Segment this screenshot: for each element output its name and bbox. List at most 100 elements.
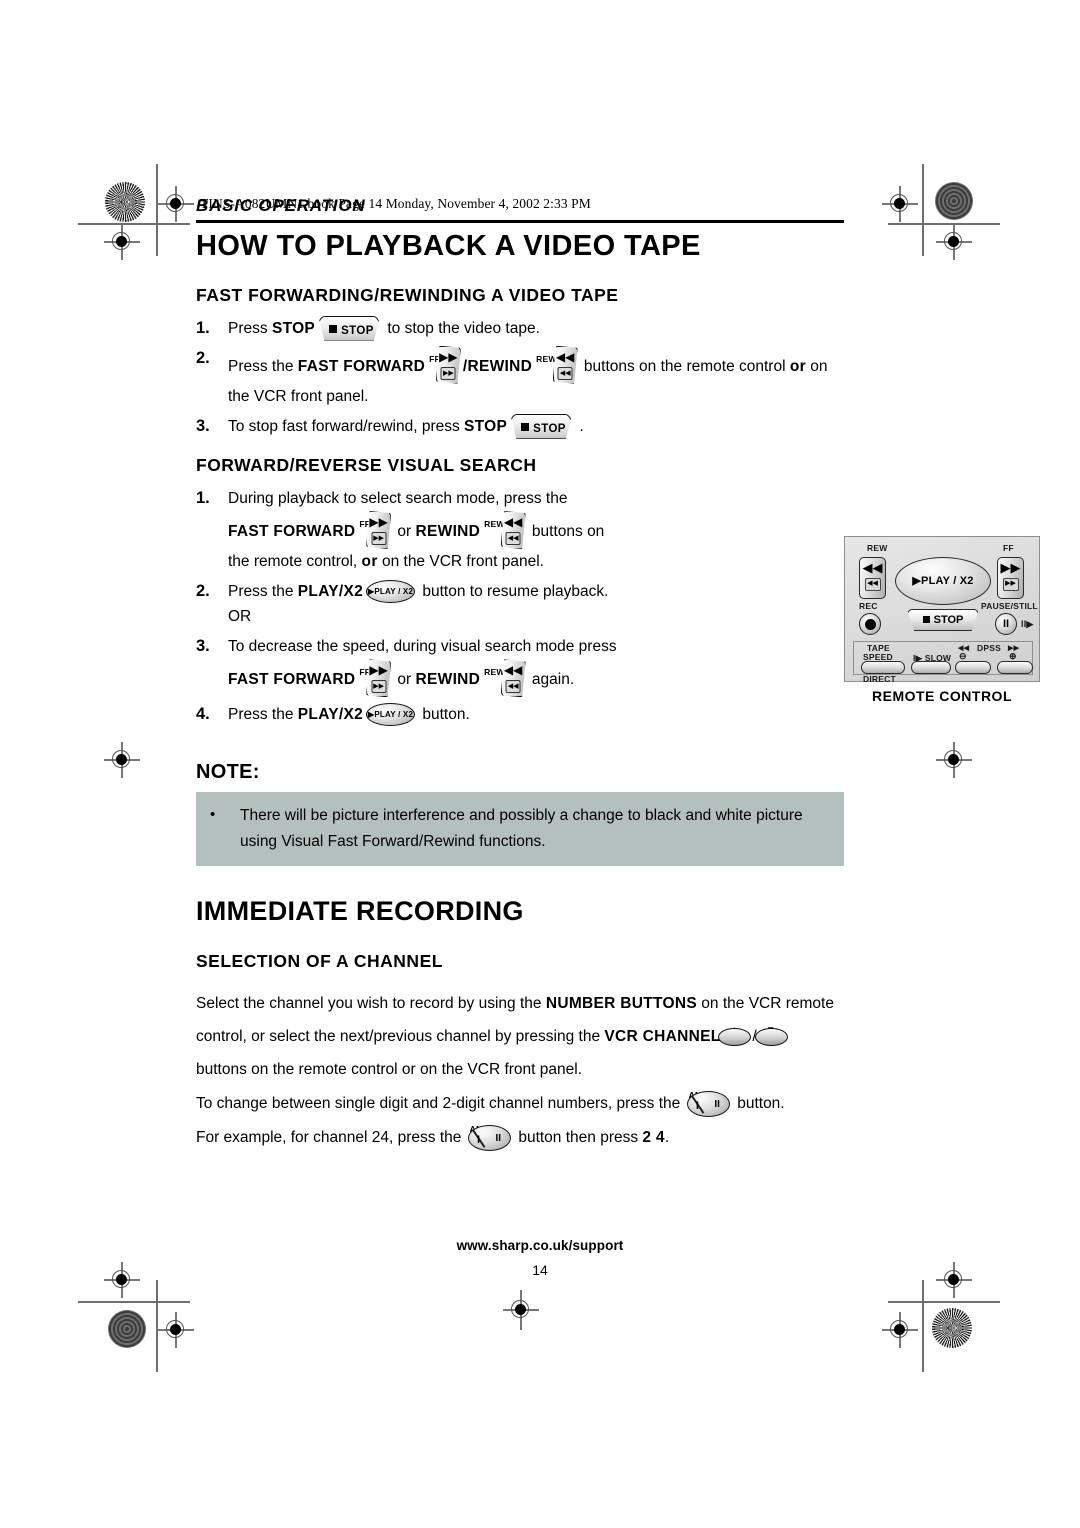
heading-fast-forwarding: FAST FORWARDING/REWINDING A VIDEO TAPE xyxy=(196,284,619,305)
remote-ff-label: FF xyxy=(1003,543,1014,553)
ampm-right-label: II xyxy=(495,1132,502,1144)
list-item: 2. Press the PLAY/X2 ▶PLAY / X2 button to… xyxy=(196,579,844,629)
rew-caption: REW xyxy=(536,353,557,364)
keyword-stop: STOP xyxy=(271,319,316,337)
step-number: 1. xyxy=(196,488,210,507)
paragraph-text: For example, for channel 24, press the xyxy=(196,1128,466,1146)
remote-stop-button[interactable]: STOP xyxy=(907,609,979,631)
step-text: To decrease the speed, during visual sea… xyxy=(228,634,648,698)
section-kicker: BASIC OPERATION xyxy=(196,196,366,215)
keyword-fast-forward: FAST FORWARD xyxy=(228,671,356,689)
note-label: NOTE: xyxy=(196,761,260,784)
step-line-3-post: on the VCR front panel. xyxy=(377,552,544,570)
remote-fast-forward-button[interactable]: ▶▶ ▶▶ xyxy=(997,557,1024,599)
ampm-button-icon[interactable]: I II xyxy=(686,1090,730,1117)
registration-mark-top-left-inner xyxy=(158,186,194,222)
remote-dpss-label: DPSS xyxy=(977,643,1001,653)
steps-visual-search: 1. During playback to select search mode… xyxy=(196,486,844,728)
step-number: 1. xyxy=(196,318,210,337)
step-text-pre: To stop fast forward/rewind, press xyxy=(228,417,465,435)
step-text: Press the PLAY/X2 ▶PLAY / X2 button to re… xyxy=(228,579,844,604)
paragraph-channel-2: control, or select the next/previous cha… xyxy=(196,1021,844,1052)
step-line-1: To decrease the speed, during visual sea… xyxy=(228,638,617,656)
stop-square-icon xyxy=(329,324,338,333)
step-line-2-tail: buttons on xyxy=(527,522,605,540)
keyword-stop: STOP xyxy=(464,417,508,435)
stop-button-icon[interactable]: STOP xyxy=(510,413,573,439)
channel-down-button-icon[interactable] xyxy=(754,1027,788,1046)
stop-button-icon[interactable]: STOP xyxy=(318,315,381,341)
list-item: 1. During playback to select search mode… xyxy=(196,486,844,574)
keyword-rewind: REWIND xyxy=(415,671,481,689)
rewind-button-icon[interactable]: ◀◀ ◀◀ xyxy=(500,659,526,698)
remote-ff-mini-icon: ▶▶ xyxy=(1002,578,1019,591)
play-x2-button-icon[interactable]: ▶PLAY / X2 xyxy=(366,580,416,604)
remote-pause-still-button[interactable]: II xyxy=(995,613,1017,635)
step-text: Press the FAST FORWARD FF ▶▶ ▶▶/REWIND REW ◀◀… xyxy=(228,345,844,409)
list-item: 2. Press the FAST FORWARD FF ▶▶ ▶▶/REWIND RE… xyxy=(196,345,844,409)
step-number: 3. xyxy=(196,416,210,435)
ampm-button-icon[interactable]: I II xyxy=(468,1124,512,1151)
remote-rew-arrow-icon: ◀◀ xyxy=(862,560,883,575)
stop-button-label: STOP xyxy=(341,324,374,337)
density-mark-top-right xyxy=(935,182,973,220)
remote-play-x2-button[interactable]: ▶PLAY / X2 xyxy=(895,557,991,605)
stop-square-icon xyxy=(521,422,530,431)
paragraph-text: Select the channel you wish to record by… xyxy=(196,994,546,1012)
step-text: Press STOP STOP to stop the video tape. xyxy=(228,315,844,341)
fast-forward-button-icon[interactable]: ▶▶ ▶▶ xyxy=(366,510,392,549)
remote-stop-label: STOP xyxy=(933,614,964,626)
remote-pause-label: PAUSE/STILL xyxy=(981,601,1038,611)
registration-mark-left-upper xyxy=(104,224,140,260)
keyword-play-x2: PLAY/X2 xyxy=(297,583,364,601)
step-line-3-pre: the remote control, xyxy=(228,552,362,570)
rewind-button-icon[interactable]: ◀◀ ◀◀ xyxy=(500,510,526,549)
remote-rew-mini-icon: ◀◀ xyxy=(864,578,881,591)
rew-arrow-icon: ◀◀ xyxy=(555,349,575,364)
paragraph-text-tail: . xyxy=(664,1128,670,1146)
trim-line-vertical-right-bottom xyxy=(922,1280,924,1372)
footer-url: www.sharp.co.uk/support xyxy=(456,1238,624,1253)
rew-arrow-icon: ◀◀ xyxy=(503,514,523,529)
remote-rec-button[interactable] xyxy=(859,613,881,635)
registration-mark-top-right-inner xyxy=(882,186,918,222)
kicker-rule xyxy=(196,220,844,223)
remote-frame-advance-icon: II▶ xyxy=(1021,619,1034,629)
remote-slow-button[interactable] xyxy=(911,661,951,674)
list-item: 3. To stop fast forward/rewind, press ST… xyxy=(196,413,844,439)
paragraph-text: To change between single digit and 2-dig… xyxy=(196,1094,685,1112)
remote-dpss-minus-button[interactable] xyxy=(955,661,991,674)
trim-line-top-left xyxy=(78,223,190,225)
ff-arrow-icon: ▶▶ xyxy=(369,514,388,529)
step-or-text: OR xyxy=(228,608,252,626)
remote-tape-speed-button[interactable] xyxy=(861,661,905,674)
rewind-button-icon[interactable]: ◀◀ ◀◀ xyxy=(552,345,578,384)
trim-line-bottom-right xyxy=(888,1301,1000,1303)
stop-button-label: STOP xyxy=(533,422,566,435)
paragraph-channel-4: To change between single digit and 2-dig… xyxy=(196,1087,844,1119)
remote-dpss-plus-button[interactable] xyxy=(997,661,1033,674)
record-dot-icon xyxy=(864,618,876,630)
fast-forward-button-icon[interactable]: ▶▶ ▶▶ xyxy=(366,659,392,698)
trim-line-center-bottom xyxy=(520,1290,522,1330)
remote-ff-arrow-icon: ▶▶ xyxy=(1000,560,1021,575)
registration-mark-right-middle xyxy=(936,742,972,778)
step-text-pre: Press xyxy=(228,319,272,337)
rew-arrow-icon: ◀◀ xyxy=(503,663,523,678)
trim-line-vertical-left-bottom xyxy=(156,1280,158,1372)
keyword-vcr-channel: VCR CHANNEL xyxy=(604,1027,721,1045)
heading-visual-search: FORWARD/REVERSE VISUAL SEARCH xyxy=(196,454,537,475)
registration-mark-bottom-right-inner xyxy=(882,1312,918,1348)
note-text: There will be picture interference and p… xyxy=(240,807,803,850)
fast-forward-button-icon[interactable]: ▶▶ ▶▶ xyxy=(435,345,461,384)
remote-stop-square-icon xyxy=(922,616,930,623)
remote-rewind-button[interactable]: ◀◀ ◀◀ xyxy=(859,557,886,599)
paragraph-text-tail: on the VCR remote xyxy=(697,994,834,1012)
play-x2-button-icon[interactable]: ▶PLAY / X2 xyxy=(366,703,416,727)
paragraph-channel-5: For example, for channel 24, press the A… xyxy=(196,1121,844,1153)
page-content: BASIC OPERATION HOW TO PLAYBACK A VIDEO … xyxy=(196,196,1040,1155)
list-item: 4. Press the PLAY/X2 ▶PLAY / X2 button. xyxy=(196,702,844,727)
registration-mark-left-middle xyxy=(104,742,140,778)
channel-up-button-icon[interactable] xyxy=(718,1027,752,1046)
step-line-2-tail: again. xyxy=(527,671,575,689)
